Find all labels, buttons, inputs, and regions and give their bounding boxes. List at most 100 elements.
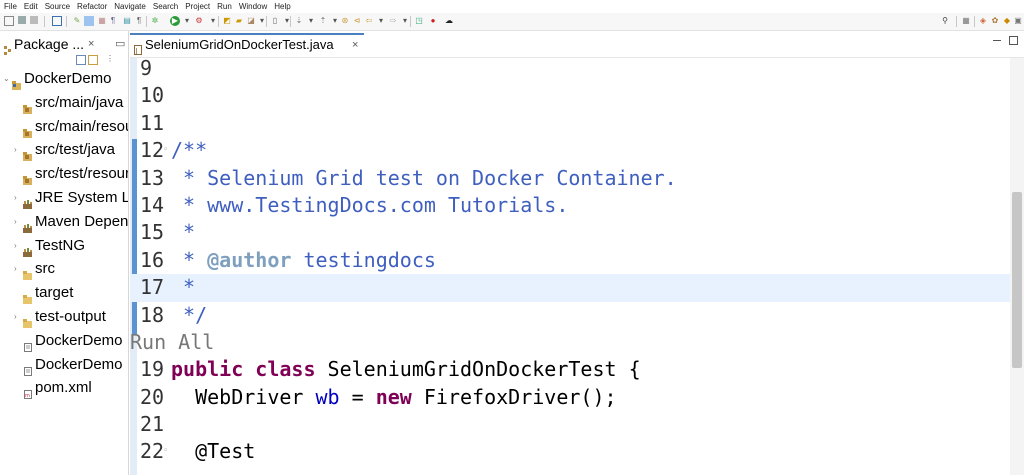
code-line: 12 ◦/**: [130, 137, 1010, 164]
link-with-editor-icon[interactable]: [88, 55, 98, 65]
tree-item[interactable]: src/test/resources: [0, 162, 128, 186]
tree-item[interactable]: src/main/resources: [0, 115, 128, 139]
prev-annotation-icon[interactable]: ⇡: [318, 16, 328, 26]
open-perspective-icon[interactable]: ▦: [961, 16, 971, 26]
tree-item[interactable]: › src: [0, 257, 128, 281]
external-tools-icon[interactable]: ⚙: [194, 16, 204, 26]
collapse-twisty-icon[interactable]: ›: [14, 257, 17, 281]
tree-item[interactable]: target: [0, 281, 128, 305]
collapse-twisty-icon[interactable]: ›: [14, 305, 17, 329]
run-dropdown-icon[interactable]: ▾: [182, 16, 192, 26]
run-icon[interactable]: ▶: [170, 16, 180, 26]
collapse-twisty-icon[interactable]: ›: [14, 138, 17, 162]
open-folder-icon[interactable]: ▰: [234, 16, 244, 26]
new-class-icon[interactable]: ◪: [246, 16, 256, 26]
pin-icon[interactable]: ✎: [72, 16, 82, 26]
last-edit-icon[interactable]: ⊛: [340, 16, 350, 26]
code-text: @Test: [171, 438, 255, 465]
menu-item-run[interactable]: Run: [213, 0, 235, 13]
package-explorer-tab[interactable]: Package ... × ▭: [2, 33, 126, 55]
menu-item-file[interactable]: File: [0, 0, 20, 13]
cloud-icon[interactable]: ☁: [444, 16, 454, 26]
toolbar-separator: [410, 16, 411, 27]
tree-item[interactable]: src/main/java: [0, 91, 128, 115]
new-icon[interactable]: [4, 16, 14, 26]
save-all-icon[interactable]: [30, 16, 38, 24]
package-folder-icon: [23, 145, 33, 162]
show-whitespace-icon[interactable]: ¶: [108, 16, 118, 26]
collapse-twisty-icon[interactable]: ›: [14, 234, 17, 258]
close-icon[interactable]: ×: [88, 33, 94, 55]
git-perspective-icon[interactable]: ◆: [1002, 16, 1012, 26]
menu-item-source[interactable]: Source: [41, 0, 73, 13]
save-icon[interactable]: [18, 16, 26, 24]
fold-marker-icon[interactable]: ◦: [163, 438, 168, 465]
back-dropdown-icon[interactable]: ▾: [376, 16, 386, 26]
redhat-icon[interactable]: ●: [428, 16, 438, 26]
back-history-icon[interactable]: ⊲: [352, 16, 362, 26]
code-token: =: [339, 384, 376, 409]
fold-marker-icon[interactable]: ◦: [163, 137, 168, 164]
new-java-project-icon[interactable]: ◩: [222, 16, 232, 26]
menu-item-help[interactable]: Help: [270, 0, 293, 13]
minimize-icon[interactable]: ▭: [115, 33, 125, 55]
editor-tab[interactable]: J SeleniumGridOnDockerTest.java ×: [130, 33, 364, 57]
back-icon[interactable]: ⇦: [364, 16, 374, 26]
tree-item[interactable]: › TestNG: [0, 234, 128, 258]
tree-item[interactable]: › test-output: [0, 305, 128, 329]
tree-item[interactable]: m pom.xml: [0, 376, 128, 400]
view-menu-icon[interactable]: ⋮: [106, 55, 114, 63]
code-text: * www.TestingDocs.com Tutorials.: [171, 192, 568, 219]
collapse-twisty-icon[interactable]: ›: [14, 210, 17, 234]
block-select-icon[interactable]: ▦: [97, 16, 107, 26]
code-view[interactable]: 9 10 11 12 ◦/** 13 * Selenium Grid test on Do…: [130, 55, 1010, 466]
menu-item-refactor[interactable]: Refactor: [73, 0, 110, 13]
terminal-icon[interactable]: [52, 16, 62, 26]
tools-dropdown-icon[interactable]: ▾: [208, 16, 218, 26]
expand-twisty-icon[interactable]: ⌄: [3, 67, 10, 91]
prev-annotation-dropdown-icon[interactable]: ▾: [330, 16, 340, 26]
menu-item-search[interactable]: Search: [149, 0, 181, 13]
toolbar-separator: [290, 16, 291, 27]
maximize-icon[interactable]: [1009, 35, 1018, 45]
scrollbar-thumb[interactable]: [1012, 192, 1022, 368]
library-icon: [23, 193, 33, 209]
line-number: 21: [140, 412, 165, 437]
next-annotation-icon[interactable]: ⇣: [294, 16, 304, 26]
editor-window-controls: [993, 35, 1018, 46]
pin-editor-icon[interactable]: ◳: [414, 16, 424, 26]
forward-dropdown-icon[interactable]: ▾: [400, 16, 410, 26]
code-lens[interactable]: Run All: [130, 329, 1010, 356]
tree-item[interactable]: DockerDemo: [0, 353, 128, 377]
tree-item[interactable]: › Maven Dependencies: [0, 210, 128, 234]
close-icon[interactable]: ×: [352, 35, 358, 55]
collapse-twisty-icon[interactable]: ›: [14, 186, 17, 210]
menu-item-project[interactable]: Project: [181, 0, 213, 13]
folder-icon: [23, 312, 33, 328]
open-type-icon[interactable]: ▯: [270, 16, 280, 26]
code-token: */: [171, 302, 208, 327]
java-perspective-icon[interactable]: ◈: [978, 16, 988, 26]
search-icon[interactable]: ⚲: [940, 16, 950, 26]
pilcrow-icon[interactable]: ¶: [134, 16, 144, 26]
minimize-icon[interactable]: [993, 39, 1001, 41]
menu-item-window[interactable]: Window: [235, 0, 270, 13]
run-all-link[interactable]: Run All: [130, 330, 214, 354]
mark-occurrences-icon[interactable]: [84, 16, 94, 26]
tree-item[interactable]: › src/test/java: [0, 138, 128, 162]
resource-perspective-icon[interactable]: ▣: [1013, 16, 1023, 26]
tree-item[interactable]: DockerDemo: [0, 329, 128, 353]
menu-item-navigate[interactable]: Navigate: [110, 0, 149, 13]
menu-item-edit[interactable]: Edit: [20, 0, 41, 13]
collapse-all-icon[interactable]: [76, 55, 86, 65]
forward-icon[interactable]: ⇨: [388, 16, 398, 26]
debug-perspective-icon[interactable]: ✿: [990, 16, 1000, 26]
tree-item[interactable]: › JRE System Library: [0, 186, 128, 210]
tree-item[interactable]: ⌄ DockerDemo: [0, 67, 128, 91]
vertical-scrollbar[interactable]: [1010, 58, 1024, 475]
line-number: 11: [140, 110, 165, 135]
debug-icon[interactable]: ✲: [150, 16, 160, 26]
toggle-icon[interactable]: ▤: [122, 16, 132, 26]
next-annotation-dropdown-icon[interactable]: ▾: [306, 16, 316, 26]
